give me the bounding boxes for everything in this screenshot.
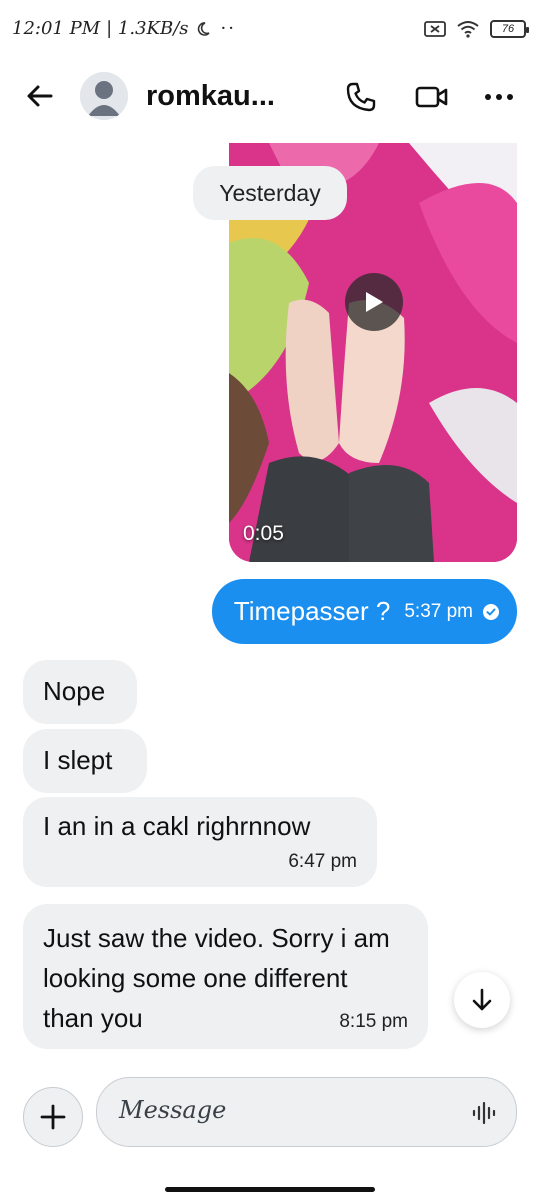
phone-icon — [346, 82, 376, 112]
battery-indicator: 76 — [490, 20, 529, 38]
incoming-message[interactable]: Just saw the video. Sorry i am looking s… — [23, 904, 428, 1049]
battery-level: 76 — [501, 23, 515, 35]
message-placeholder: Message — [119, 1096, 227, 1124]
message-text: I an in a cakl righrnnow — [43, 811, 311, 841]
check-icon — [483, 603, 499, 620]
video-camera-icon — [415, 86, 448, 108]
message-text: I slept — [43, 745, 113, 775]
status-dots: ·· — [220, 18, 236, 39]
video-call-button[interactable] — [410, 78, 454, 116]
date-separator: Yesterday — [193, 166, 347, 220]
sim-x-icon — [424, 21, 446, 37]
play-button[interactable] — [345, 273, 403, 331]
incoming-message[interactable]: I an in a cakl righrnnow 6:47 pm — [23, 797, 377, 887]
add-attachment-button[interactable] — [23, 1087, 83, 1147]
message-time: 8:15 pm — [339, 1011, 408, 1032]
status-left: 12:01 PM | 1.3KB/s ·· — [12, 18, 236, 39]
voice-call-button[interactable] — [342, 78, 380, 116]
message-time: 6:47 pm — [288, 851, 357, 872]
video-duration: 0:05 — [243, 522, 284, 545]
status-right: 76 — [424, 20, 529, 38]
wifi-icon — [457, 21, 479, 38]
moon-icon — [197, 21, 210, 36]
message-input[interactable]: Message — [96, 1077, 517, 1147]
voice-waveform-icon[interactable] — [472, 1102, 496, 1124]
incoming-message[interactable]: Nope — [23, 660, 137, 724]
contact-name[interactable]: romkau... — [146, 80, 275, 113]
status-network-speed: | 1.3KB/s — [106, 18, 189, 39]
plus-icon — [40, 1104, 66, 1130]
more-horizontal-icon — [485, 94, 513, 100]
back-button[interactable] — [22, 78, 58, 114]
incoming-message[interactable]: I slept — [23, 729, 147, 793]
avatar[interactable] — [80, 72, 128, 120]
message-time: 5:37 pm — [404, 600, 473, 622]
play-icon — [366, 292, 383, 312]
message-text: Nope — [43, 676, 106, 706]
scroll-to-bottom-button[interactable] — [454, 972, 510, 1028]
chat-header: romkau... — [0, 62, 540, 132]
arrow-left-icon — [27, 85, 53, 107]
default-avatar-icon — [80, 72, 128, 120]
outgoing-message[interactable]: Timepasser ? 5:37 pm — [211, 579, 517, 644]
status-bar: 12:01 PM | 1.3KB/s ·· 76 — [0, 0, 540, 60]
arrow-down-icon — [472, 988, 492, 1011]
status-time: 12:01 PM — [12, 18, 101, 39]
message-text: Timepasser ? — [233, 596, 391, 626]
more-options-button[interactable] — [478, 78, 520, 116]
home-indicator[interactable] — [165, 1187, 375, 1192]
